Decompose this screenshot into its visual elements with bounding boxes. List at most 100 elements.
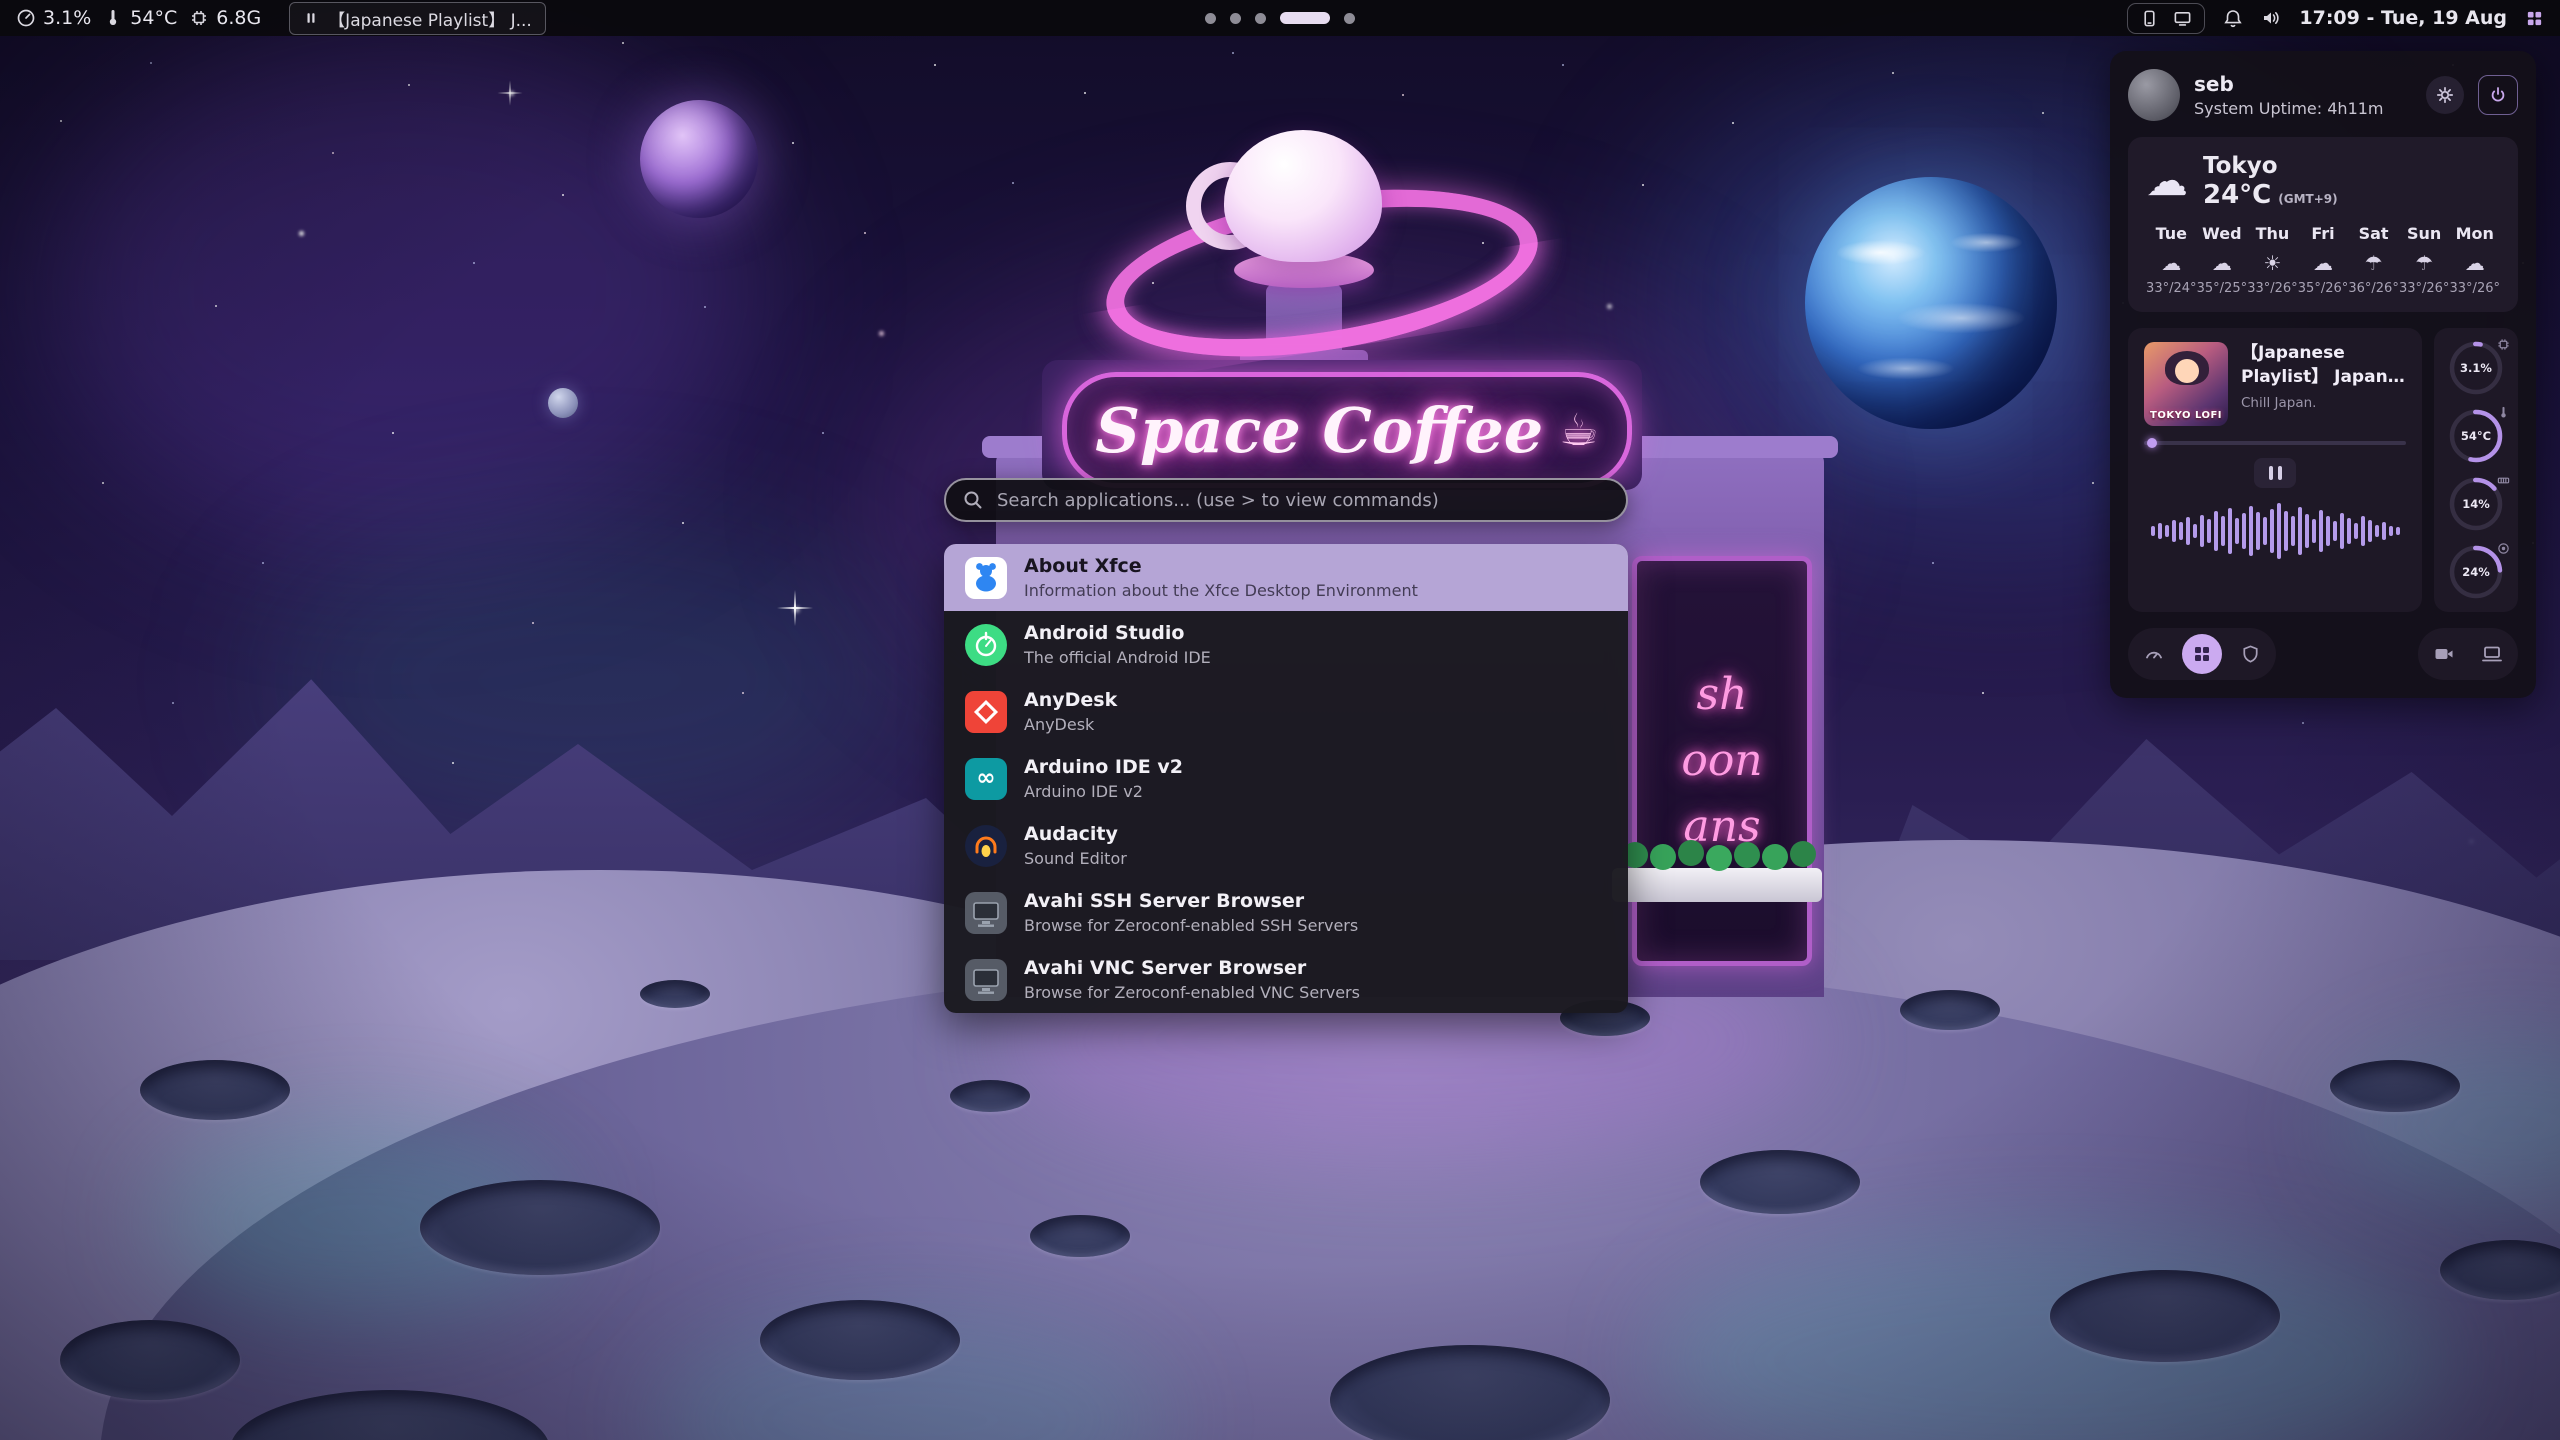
pause-button[interactable]: [2254, 458, 2296, 488]
cpu-usage-indicator[interactable]: 3.1%: [16, 7, 91, 29]
result-row-anydesk[interactable]: AnyDesk AnyDesk: [944, 678, 1628, 745]
phone-icon[interactable]: [2140, 9, 2159, 28]
result-desc: Information about the Xfce Desktop Envir…: [1024, 581, 1418, 600]
search-input[interactable]: [995, 489, 1610, 512]
album-label: TOKYO LOFI: [2150, 410, 2222, 421]
cpu-usage-value: 3.1%: [43, 7, 91, 29]
forecast-day: Wed: [2197, 224, 2248, 243]
window-neon-text: oon: [1647, 739, 1797, 783]
purple-planet: [640, 100, 758, 218]
settings-button[interactable]: [2426, 76, 2464, 114]
forecast-temps: 33°/24°: [2146, 281, 2197, 296]
waveform-bar: [2319, 510, 2323, 552]
pause-icon: [2278, 466, 2282, 480]
album-art[interactable]: TOKYO LOFI: [2144, 342, 2228, 426]
workspace-dot-1[interactable]: [1205, 13, 1216, 24]
crater: [950, 1080, 1030, 1112]
now-playing-button[interactable]: 【Japanese Playlist】 J...: [289, 2, 546, 35]
forecast-temps: 36°/26°: [2348, 281, 2399, 296]
app-grid-icon[interactable]: [2525, 9, 2544, 28]
cloud-icon: ☁: [2197, 251, 2248, 275]
quick-actions-right: [2418, 628, 2518, 680]
user-header: seb System Uptime: 4h11m: [2128, 69, 2518, 121]
weather-city: Tokyo: [2203, 153, 2338, 181]
display-settings-button[interactable]: [2472, 634, 2512, 674]
cpu-temp-value: 54°C: [2448, 408, 2504, 464]
waveform-bar: [2284, 511, 2288, 551]
result-name: AnyDesk: [1024, 689, 1117, 713]
crater: [1700, 1150, 1860, 1214]
crater: [1900, 990, 2000, 1030]
system-gauges: 3.1% 54°C 14% 24%: [2434, 328, 2518, 612]
cpu-temp-indicator[interactable]: 54°C: [103, 7, 177, 29]
track-title: 【Japanese Playlist】 Japan All Night - To…: [2241, 342, 2406, 390]
disk-gauge: 24%: [2448, 544, 2504, 600]
volume-icon[interactable]: [2261, 8, 2281, 28]
notifications-bell-icon[interactable]: [2223, 8, 2243, 28]
laptop-icon: [2481, 643, 2503, 665]
crater: [2330, 1060, 2460, 1112]
waveform-bar: [2151, 526, 2155, 536]
music-player: TOKYO LOFI 【Japanese Playlist】 Japan All…: [2128, 328, 2422, 612]
waveform: [2144, 500, 2406, 562]
pause-icon: [303, 10, 319, 26]
waveform-bar: [2368, 520, 2372, 542]
waveform-bar: [2165, 525, 2169, 537]
track-artist: Chill Japan.: [2241, 395, 2406, 411]
waveform-bar: [2270, 509, 2274, 553]
waveform-bar: [2235, 518, 2239, 544]
waveform-bar: [2375, 525, 2379, 537]
waveform-bar: [2158, 523, 2162, 539]
result-row-audacity[interactable]: Audacity Sound Editor: [944, 812, 1628, 879]
memory-gauge: 14%: [2448, 476, 2504, 532]
result-row-android-studio[interactable]: Android Studio The official Android IDE: [944, 611, 1628, 678]
result-name: Android Studio: [1024, 622, 1211, 646]
result-name: About Xfce: [1024, 555, 1418, 579]
workspace-dot-3[interactable]: [1255, 13, 1266, 24]
workspace-active-pill[interactable]: [1280, 12, 1330, 24]
forecast-day: Fri: [2298, 224, 2349, 243]
waveform-bar: [2186, 517, 2190, 545]
power-button[interactable]: [2478, 75, 2518, 115]
clock[interactable]: 17:09 - Tue, 19 Aug: [2299, 7, 2507, 29]
display-icon[interactable]: [2173, 9, 2192, 28]
result-row-avahi-ssh[interactable]: Avahi SSH Server Browser Browse for Zero…: [944, 879, 1628, 946]
result-name: Avahi VNC Server Browser: [1024, 957, 1360, 981]
progress-bar[interactable]: [2144, 441, 2406, 445]
result-desc: AnyDesk: [1024, 715, 1117, 734]
crater: [420, 1180, 660, 1275]
workspace-dot-2[interactable]: [1230, 13, 1241, 24]
forecast-day: Tue: [2146, 224, 2197, 243]
result-row-arduino[interactable]: ∞ Arduino IDE v2 Arduino IDE v2: [944, 745, 1628, 812]
cloud-icon: ☁: [2146, 160, 2188, 202]
crater: [1030, 1215, 1130, 1257]
coffee-cup-icon: ☕: [1559, 405, 1598, 456]
security-button[interactable]: [2230, 634, 2270, 674]
apps-overview-button[interactable]: [2182, 634, 2222, 674]
result-row-about-xfce[interactable]: About Xfce Information about the Xfce De…: [944, 544, 1628, 611]
neon-sign: Space Coffee ☕: [1062, 372, 1632, 488]
performance-button[interactable]: [2134, 634, 2174, 674]
launcher-results: About Xfce Information about the Xfce De…: [944, 544, 1628, 1013]
sun-icon: ☀: [2247, 251, 2298, 275]
apps-grid-icon: [2192, 644, 2212, 664]
monitor-icon: [965, 892, 1007, 934]
waveform-bar: [2172, 520, 2176, 542]
result-row-avahi-vnc[interactable]: Avahi VNC Server Browser Browse for Zero…: [944, 946, 1628, 1013]
memory-indicator[interactable]: 6.8G: [189, 7, 261, 29]
forecast-temps: 33°/26°: [2399, 281, 2450, 296]
pause-icon: [2269, 466, 2273, 480]
avatar[interactable]: [2128, 69, 2180, 121]
planter-box: [1612, 868, 1822, 902]
cloud-icon: ☁: [2146, 251, 2197, 275]
system-uptime: System Uptime: 4h11m: [2194, 99, 2412, 118]
workspace-dot-5[interactable]: [1344, 13, 1355, 24]
progress-handle[interactable]: [2147, 438, 2157, 448]
result-desc: Arduino IDE v2: [1024, 782, 1183, 801]
umbrella-icon: ☂: [2348, 251, 2399, 275]
forecast-mon: Mon ☁ 33°/26°: [2449, 224, 2500, 296]
crater: [640, 980, 710, 1008]
forecast-temps: 35°/26°: [2298, 281, 2349, 296]
result-name: Avahi SSH Server Browser: [1024, 890, 1358, 914]
screen-record-button[interactable]: [2424, 634, 2464, 674]
